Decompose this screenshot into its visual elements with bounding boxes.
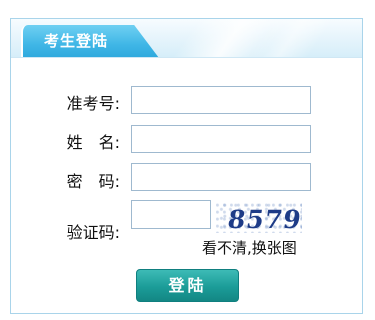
- captcha-code: 8579: [225, 205, 302, 233]
- panel-title: 考生登陆: [43, 32, 108, 50]
- captcha-image[interactable]: 8579: [216, 203, 302, 233]
- password-label: 密 码:: [66, 172, 120, 191]
- refresh-captcha-link[interactable]: 看不清,换张图: [202, 237, 297, 258]
- login-button[interactable]: 登陆: [136, 269, 239, 302]
- exam-id-input[interactable]: [131, 86, 311, 114]
- name-input[interactable]: [131, 125, 311, 153]
- exam-id-label: 准考号:: [66, 94, 120, 113]
- captcha-label: 验证码:: [66, 223, 120, 242]
- panel-header: 考生登陆: [11, 19, 362, 58]
- captcha-input[interactable]: [131, 200, 211, 229]
- name-label: 姓 名:: [66, 133, 120, 152]
- password-input[interactable]: [131, 163, 311, 191]
